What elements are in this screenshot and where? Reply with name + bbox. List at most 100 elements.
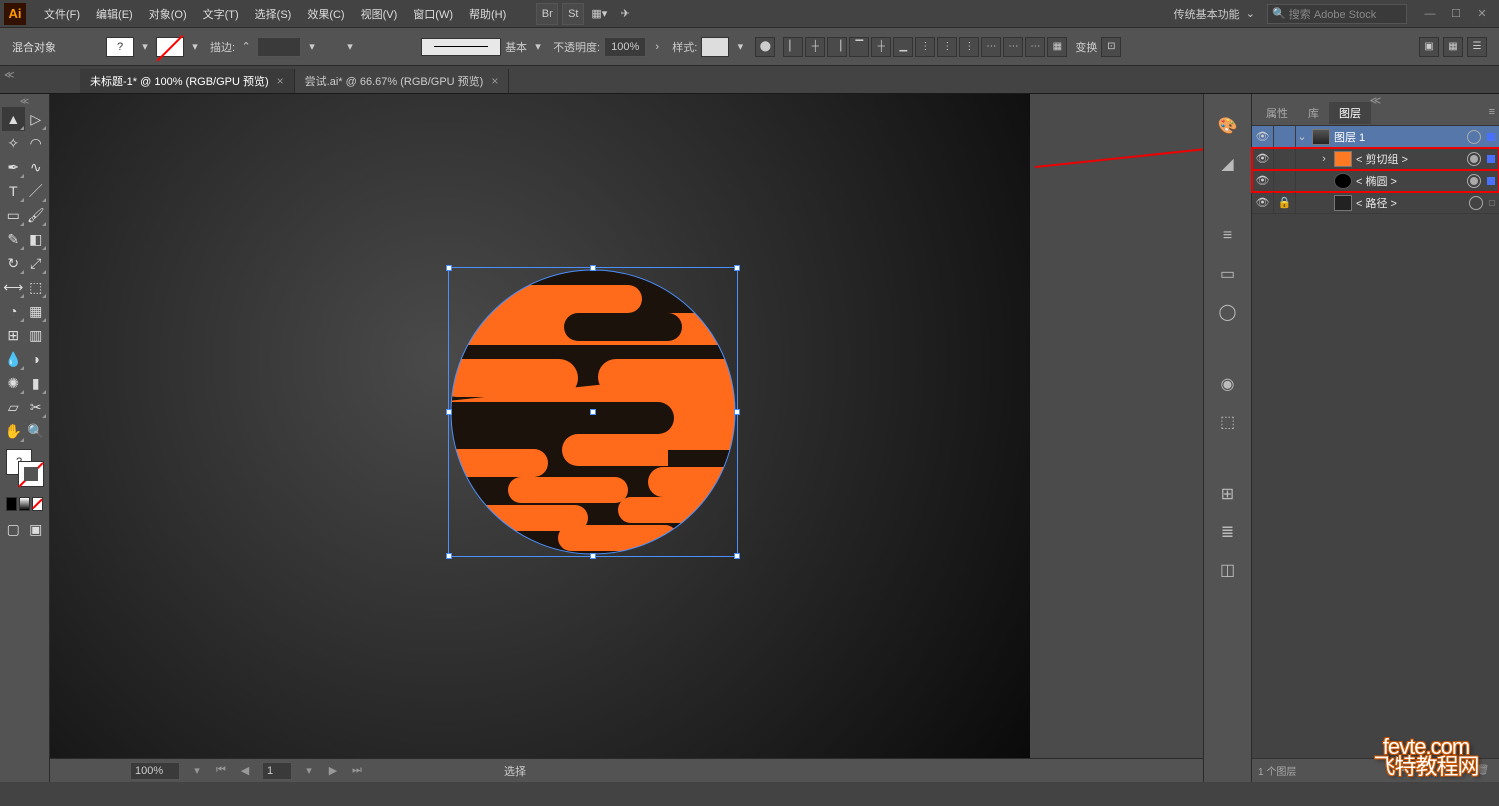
align-to-icon[interactable]: ▦ — [1047, 37, 1067, 57]
dist-vbottom-icon[interactable]: ⋯ — [1025, 37, 1045, 57]
lock-toggle[interactable]: 🔒 — [1274, 192, 1296, 214]
opacity-dd[interactable]: › — [650, 37, 664, 57]
column-graph-tool[interactable]: ▮ — [25, 371, 48, 395]
visibility-toggle[interactable]: 👁 — [1252, 126, 1274, 148]
menu-help[interactable]: 帮助(H) — [461, 0, 514, 28]
color-guide-icon[interactable]: ◢ — [1214, 152, 1242, 176]
graphic-styles-icon[interactable]: ⬚ — [1214, 410, 1242, 434]
nav-last[interactable]: ⏭ — [350, 764, 364, 778]
edit-mask-icon[interactable]: ▦ — [1443, 37, 1463, 57]
eyedropper-tool[interactable]: 💧 — [2, 347, 25, 371]
mesh-tool[interactable]: ⊞ — [2, 323, 25, 347]
layer-row-layer1[interactable]: 👁 ⌄ 图层 1 — [1252, 126, 1499, 148]
fill-swatch[interactable] — [106, 37, 134, 57]
align-top-icon[interactable]: ▔ — [849, 37, 869, 57]
doc-tab-2[interactable]: 尝试.ai* @ 66.67% (RGB/GPU 预览)× — [295, 69, 510, 93]
bridge-icon[interactable]: Br — [536, 3, 558, 25]
nav-prev[interactable]: ◀ — [238, 764, 252, 778]
stroke-swatch[interactable] — [156, 37, 184, 57]
gradient-panel-icon[interactable]: ▭ — [1214, 262, 1242, 286]
color-panel-icon[interactable]: 🎨 — [1214, 114, 1242, 138]
recolor-icon[interactable]: ⬤ — [755, 37, 775, 57]
shape-builder-tool[interactable]: ◔ — [2, 299, 25, 323]
menu-type[interactable]: 文字(T) — [195, 0, 247, 28]
stroke-dropdown[interactable]: ▾ — [188, 37, 202, 57]
selection-indicator[interactable] — [1489, 200, 1495, 206]
hand-tool[interactable]: ✋ — [2, 419, 25, 443]
layer-row-ellipse[interactable]: 👁 < 椭圆 > — [1252, 170, 1499, 192]
visibility-toggle[interactable]: 👁 — [1252, 170, 1274, 192]
lasso-tool[interactable]: ◠ — [25, 131, 48, 155]
gradient-tool[interactable]: ▥ — [25, 323, 48, 347]
lock-toggle[interactable] — [1274, 170, 1296, 192]
graphic-style-swatch[interactable] — [701, 37, 729, 57]
transform-panel-icon[interactable]: ⊡ — [1101, 37, 1121, 57]
transparency-panel-icon[interactable]: ◯ — [1214, 300, 1242, 324]
disclosure-icon[interactable]: ⌄ — [1296, 130, 1308, 143]
stroke-weight-up[interactable]: ⌃ — [239, 37, 253, 57]
fill-dropdown[interactable]: ▾ — [138, 37, 152, 57]
type-tool[interactable]: T — [2, 179, 25, 203]
opacity-value[interactable]: 100% — [604, 37, 646, 57]
screen-mode-full[interactable]: ▣ — [25, 517, 48, 541]
selection-indicator[interactable] — [1487, 155, 1495, 163]
maximize-button[interactable]: ☐ — [1443, 5, 1469, 23]
dist-vcenter-icon[interactable]: ⋯ — [1003, 37, 1023, 57]
stroke-weight-input[interactable] — [257, 37, 301, 57]
nav-first[interactable]: ⏮ — [214, 764, 228, 778]
dist-v-icon[interactable]: ⋯ — [981, 37, 1001, 57]
search-adobe-stock[interactable]: 🔍 搜索 Adobe Stock — [1267, 4, 1407, 24]
pen-tool[interactable]: ✒ — [2, 155, 25, 179]
target-icon[interactable] — [1467, 174, 1481, 188]
tab-layers[interactable]: 图层 — [1329, 102, 1371, 124]
menu-window[interactable]: 窗口(W) — [405, 0, 461, 28]
arrange-docs-icon[interactable]: ▦▾ — [588, 3, 610, 25]
close-button[interactable]: ✕ — [1469, 5, 1495, 23]
stroke-panel-icon[interactable]: ≡ — [1214, 224, 1242, 248]
selection-bounding-box[interactable] — [448, 267, 738, 557]
disclosure-icon[interactable]: › — [1318, 153, 1330, 165]
fill-stroke-indicator[interactable]: ? — [6, 449, 43, 489]
target-icon[interactable] — [1469, 196, 1483, 210]
menu-object[interactable]: 对象(O) — [141, 0, 195, 28]
rectangle-tool[interactable]: ▭ — [2, 203, 25, 227]
selection-indicator[interactable] — [1487, 133, 1495, 141]
visibility-toggle[interactable]: 👁 — [1252, 192, 1274, 214]
rotate-tool[interactable]: ↻ — [2, 251, 25, 275]
selection-tool[interactable]: ▲ — [2, 107, 25, 131]
visibility-toggle[interactable]: 👁 — [1252, 148, 1274, 170]
curvature-tool[interactable]: ∿ — [25, 155, 48, 179]
isolate-icon[interactable]: ▣ — [1419, 37, 1439, 57]
zoom-level[interactable]: 100% — [130, 762, 180, 780]
eraser-tool[interactable]: ◧ — [25, 227, 48, 251]
stroke-profile-dd[interactable]: ▾ — [343, 37, 357, 57]
target-icon[interactable] — [1467, 130, 1481, 144]
pathfinder-panel-icon[interactable]: ◫ — [1214, 558, 1242, 582]
more-icon[interactable]: ☰ — [1467, 37, 1487, 57]
style-dd[interactable]: ▾ — [733, 37, 747, 57]
align-panel-icon[interactable]: ≣ — [1214, 520, 1242, 544]
line-tool[interactable]: ／ — [25, 179, 48, 203]
close-tab-icon[interactable]: × — [277, 74, 284, 88]
stock-icon[interactable]: St — [562, 3, 584, 25]
close-tab-icon[interactable]: × — [491, 74, 498, 88]
tab-scroll[interactable]: ≪ — [4, 70, 14, 81]
perspective-grid-tool[interactable]: ▦ — [25, 299, 48, 323]
free-transform-tool[interactable]: ⬚ — [25, 275, 48, 299]
menu-select[interactable]: 选择(S) — [247, 0, 300, 28]
align-vcenter-icon[interactable]: ┼ — [871, 37, 891, 57]
align-left-icon[interactable]: ▏ — [783, 37, 803, 57]
direct-selection-tool[interactable]: ▷ — [25, 107, 48, 131]
symbol-sprayer-tool[interactable]: ✺ — [2, 371, 25, 395]
artboard-number[interactable]: 1 — [262, 762, 292, 780]
stroke-weight-dd[interactable]: ▾ — [305, 37, 319, 57]
workspace-switcher[interactable]: 传统基本功能 ⌄ — [1168, 3, 1261, 25]
artboard-dd[interactable]: ▾ — [302, 764, 316, 778]
appearance-panel-icon[interactable]: ◉ — [1214, 372, 1242, 396]
selection-indicator[interactable] — [1487, 177, 1495, 185]
dist-hcenter-icon[interactable]: ⋮ — [937, 37, 957, 57]
lock-toggle[interactable] — [1274, 148, 1296, 170]
slice-tool[interactable]: ✂ — [25, 395, 48, 419]
color-mode-none[interactable] — [32, 497, 43, 511]
dist-h-icon[interactable]: ⋮ — [915, 37, 935, 57]
